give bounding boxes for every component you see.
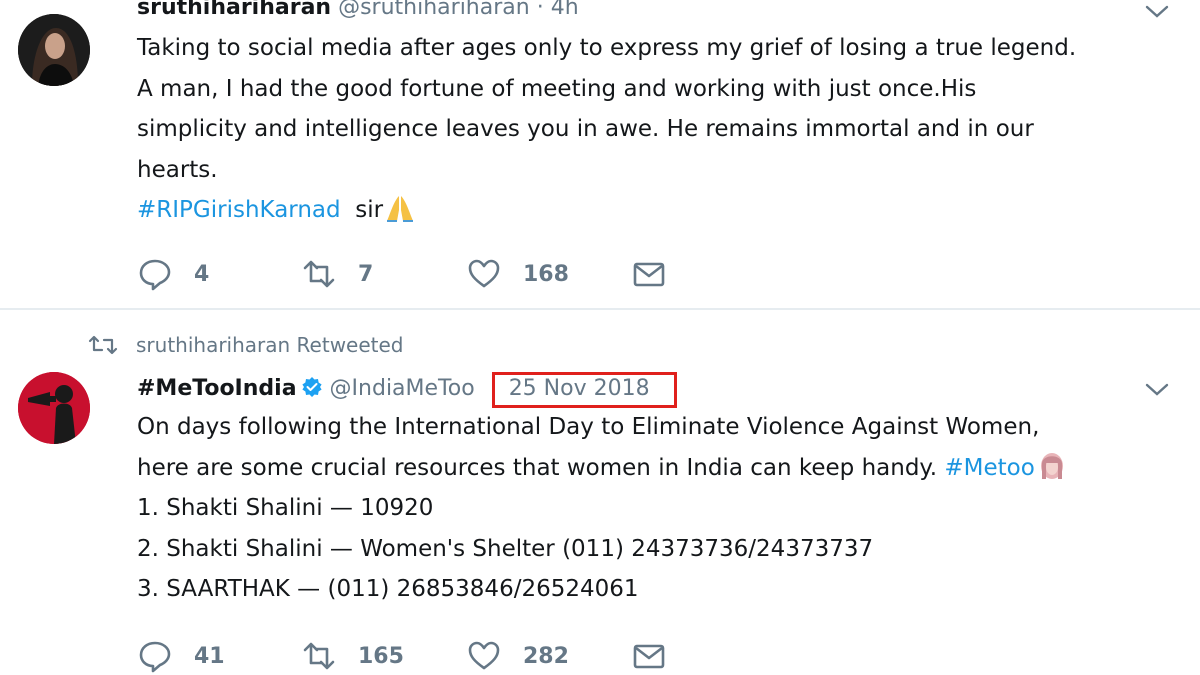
user-handle[interactable]: @IndiaMeToo (330, 376, 475, 401)
list-item: 1. Shakti Shalini — 10920 (137, 495, 434, 521)
chevron-down-icon[interactable] (1144, 4, 1170, 20)
tweet-header: sruthihariharan @sruthihariharan · 4h (137, 0, 579, 22)
tweet-header: #MeTooIndia @IndiaMeToo 25 Nov 2018 (137, 372, 677, 408)
separator-dot: · (536, 0, 544, 20)
tweet-text-segment: here are some crucial resources that wom… (137, 454, 938, 481)
reply-button[interactable]: 41 (138, 638, 225, 674)
direct-message-button[interactable] (632, 638, 666, 674)
megaphone-logo (18, 372, 90, 444)
highlighted-date[interactable]: 25 Nov 2018 (491, 372, 677, 408)
tweet-date: 25 Nov 2018 (508, 376, 650, 401)
tweet-actions: 41 165 282 (138, 638, 698, 674)
user-avatar-photo (18, 14, 90, 86)
retweet-icon (88, 335, 118, 355)
retweet-count: 7 (358, 261, 374, 287)
like-button[interactable]: 282 (467, 638, 569, 674)
list-item: 3. SAARTHAK — (011) 26853846/26524061 (137, 576, 639, 602)
retweet-icon (303, 642, 335, 670)
trailing-text: sir (355, 197, 384, 223)
user-avatar[interactable] (18, 14, 90, 86)
direct-message-button[interactable] (632, 256, 666, 292)
hashtag-link[interactable]: #RIPGirishKarnad (137, 197, 341, 223)
envelope-icon (633, 644, 665, 669)
tweet-text-line: A man, I had the good fortune of meeting… (137, 75, 977, 102)
verified-badge-icon (301, 377, 322, 397)
like-count: 168 (523, 261, 569, 287)
reply-count: 4 (194, 261, 210, 287)
list-item: 2. Shakti Shalini — Women's Shelter (011… (137, 535, 874, 562)
retweet-button[interactable]: 165 (302, 638, 404, 674)
tweet-text-line: here are some crucial resources that wom… (137, 448, 1177, 489)
tweet-text-line: Taking to social media after ages only t… (137, 35, 1077, 61)
retweet-context-text: sruthihariharan Retweeted (136, 333, 404, 357)
reply-icon (139, 259, 171, 291)
tweet[interactable]: sruthihariharan Retweeted #MeTooIndia @I… (0, 310, 1200, 675)
display-name[interactable]: sruthihariharan (137, 0, 331, 20)
face-emoji-icon (1040, 452, 1063, 479)
user-handle[interactable]: @sruthihariharan (338, 0, 530, 20)
display-name[interactable]: #MeTooIndia (137, 376, 297, 401)
tweet-text: On days following the International Day … (137, 407, 1177, 610)
reply-icon (139, 641, 171, 673)
envelope-icon (633, 262, 665, 287)
tweet[interactable]: sruthihariharan @sruthihariharan · 4h Ta… (0, 0, 1200, 308)
folded-hands-emoji-icon (387, 196, 414, 222)
chevron-down-icon[interactable] (1144, 382, 1170, 398)
tweet-text-line: #RIPGirishKarnad sir (137, 190, 1177, 231)
like-count: 282 (523, 643, 569, 669)
tweet-timestamp[interactable]: 4h (551, 0, 579, 20)
tweet-text: Taking to social media after ages only t… (137, 28, 1177, 231)
tweet-text-line: On days following the International Day … (137, 414, 1040, 440)
user-avatar[interactable] (18, 372, 90, 444)
reply-count: 41 (194, 643, 225, 669)
retweet-icon (303, 260, 335, 288)
tweet-actions: 4 7 168 (138, 256, 698, 292)
hashtag-link[interactable]: #Metoo (944, 455, 1034, 481)
heart-icon (468, 641, 500, 670)
tweet-text-line: hearts. (137, 156, 218, 183)
reply-button[interactable]: 4 (138, 256, 209, 292)
tweet-text-line: simplicity and intelligence leaves you i… (137, 116, 1034, 142)
like-button[interactable]: 168 (467, 256, 569, 292)
retweet-button[interactable]: 7 (302, 256, 373, 292)
heart-icon (468, 259, 500, 288)
retweet-context[interactable]: sruthihariharan Retweeted (88, 332, 404, 358)
timeline: sruthihariharan @sruthihariharan · 4h Ta… (0, 0, 1200, 675)
retweet-count: 165 (358, 643, 404, 669)
